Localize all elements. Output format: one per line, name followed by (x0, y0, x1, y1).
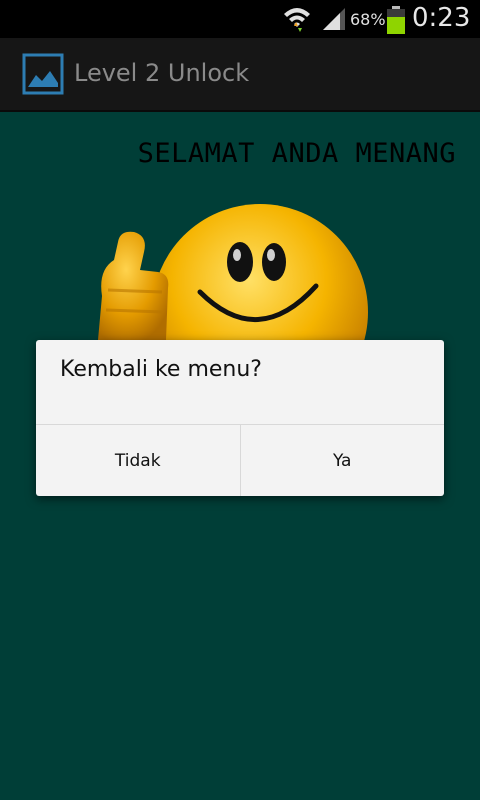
action-bar: Level 2 Unlock (0, 38, 480, 112)
confirm-dialog: Kembali ke menu? Tidak Ya (36, 340, 444, 496)
tidak-button[interactable]: Tidak (36, 425, 240, 496)
clock: 0:23 (412, 3, 471, 33)
battery-icon (386, 6, 406, 38)
ya-button[interactable]: Ya (239, 425, 445, 496)
dialog-buttons: Tidak Ya (36, 424, 444, 496)
signal-icon (321, 8, 347, 36)
page-title: Level 2 Unlock (74, 59, 250, 87)
dialog-message: Kembali ke menu? (60, 357, 262, 382)
win-headline: SELAMAT ANDA MENANG (137, 138, 456, 169)
image-icon[interactable] (22, 53, 64, 99)
wifi-icon (282, 4, 312, 36)
screen: 68% 0:23 Level 2 Unlock SELAMAT ANDA MEN… (0, 0, 480, 800)
status-bar: 68% 0:23 (0, 0, 480, 38)
battery-percent: 68% (350, 10, 386, 29)
